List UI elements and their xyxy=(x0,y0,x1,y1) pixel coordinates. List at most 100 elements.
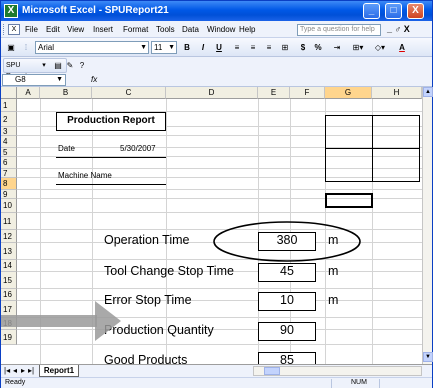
minimize-button[interactable]: _ xyxy=(363,3,380,19)
row-header-9[interactable]: 9 xyxy=(1,190,17,199)
formatting-toolbar: ▣ ⁞ Arial ▼ 11 ▼ B I U ≡ ≡ ≡ ⊞ $ % ⇥ ⊞▾ … xyxy=(1,38,432,57)
active-cell-g8[interactable] xyxy=(325,193,373,208)
prev-sheet-icon[interactable]: ◂ xyxy=(13,366,17,375)
excel-app-icon[interactable]: X xyxy=(4,4,18,18)
maximize-button[interactable]: □ xyxy=(385,3,402,19)
row-header-16[interactable]: 16 xyxy=(1,289,17,301)
status-divider xyxy=(331,379,332,388)
column-header-b[interactable]: B xyxy=(40,87,92,99)
summary-box-divider xyxy=(372,115,373,182)
row-header-7[interactable]: 7 xyxy=(1,169,17,178)
align-right-icon[interactable]: ≡ xyxy=(263,41,275,54)
horizontal-scroll-thumb[interactable] xyxy=(264,367,280,375)
spu-reports-menu[interactable]: SPU Reports xyxy=(6,60,38,80)
row-header-5[interactable]: 5 xyxy=(1,148,17,157)
currency-button[interactable]: $ xyxy=(297,41,309,54)
report-edit-icon[interactable]: ✎ xyxy=(65,60,75,71)
column-header-e[interactable]: E xyxy=(258,87,290,99)
status-num-lock: NUM xyxy=(351,379,367,386)
column-header-f[interactable]: F xyxy=(290,87,325,99)
first-sheet-icon[interactable]: |◂ xyxy=(4,366,10,375)
align-left-icon[interactable]: ≡ xyxy=(231,41,243,54)
row-header-4[interactable]: 4 xyxy=(1,136,17,148)
menu-edit[interactable]: Edit xyxy=(46,25,60,34)
report-icon[interactable]: ▤ xyxy=(53,60,63,71)
close-button[interactable]: X xyxy=(407,3,424,19)
vertical-scrollbar[interactable]: ▲ ▼ xyxy=(422,87,433,364)
row-header-1[interactable]: 1 xyxy=(1,99,17,112)
font-size-select[interactable]: 11 ▼ xyxy=(151,41,177,54)
menu-file[interactable]: File xyxy=(25,25,38,34)
column-header-c[interactable]: C xyxy=(92,87,166,99)
select-all-corner[interactable] xyxy=(1,87,17,99)
fill-color-icon[interactable]: ◇▾ xyxy=(371,41,389,54)
sheet-tab-bar: |◂ ◂ ▸ ▸| Report1 xyxy=(1,364,432,377)
tool-change-stop-unit: m xyxy=(328,264,339,278)
row-header-15[interactable]: 15 xyxy=(1,272,17,289)
font-name-select[interactable]: Arial ▼ xyxy=(35,41,149,54)
toolbar-grip-icon: ⁞ xyxy=(24,43,28,52)
underline-button[interactable]: U xyxy=(213,41,225,54)
menu-help[interactable]: Help xyxy=(239,25,255,34)
last-sheet-icon[interactable]: ▸| xyxy=(28,366,34,375)
grid-line xyxy=(17,189,422,190)
font-size-value: 11 xyxy=(154,43,163,52)
align-center-icon[interactable]: ≡ xyxy=(247,41,259,54)
grid-line xyxy=(17,288,422,289)
font-color-button[interactable]: A xyxy=(393,41,411,54)
date-value: 5/30/2007 xyxy=(120,144,156,153)
row-header-13[interactable]: 13 xyxy=(1,243,17,260)
bold-button[interactable]: B xyxy=(181,41,193,54)
error-stop-value: 10 xyxy=(258,292,316,311)
tool-change-stop-value: 45 xyxy=(258,263,316,282)
row-header-10[interactable]: 10 xyxy=(1,199,17,213)
sheet-tab-report1[interactable]: Report1 xyxy=(39,365,79,377)
scroll-down-icon[interactable]: ▼ xyxy=(423,352,433,362)
row-header-3[interactable]: 3 xyxy=(1,127,17,136)
row-header-12[interactable]: 12 xyxy=(1,230,17,243)
menu-view[interactable]: View xyxy=(67,25,84,34)
menu-window[interactable]: Window xyxy=(207,25,235,34)
formula-bar: G8 ▼ fx xyxy=(1,74,432,87)
row-header-11[interactable]: 11 xyxy=(1,213,17,230)
row-header-6[interactable]: 6 xyxy=(1,157,17,169)
percent-button[interactable]: % xyxy=(312,41,324,54)
menu-tools[interactable]: Tools xyxy=(156,25,175,34)
title-bar: X Microsoft Excel - SPUReport21 _ □ X xyxy=(1,1,432,21)
help-icon[interactable]: ? xyxy=(77,60,87,71)
status-divider xyxy=(379,379,380,388)
ask-question-input[interactable]: Type a question for help xyxy=(297,24,381,36)
column-header-g[interactable]: G xyxy=(325,87,372,99)
scroll-up-icon[interactable]: ▲ xyxy=(423,87,433,97)
good-products-label: Good Products xyxy=(104,353,188,364)
toolbar-grip-icon[interactable] xyxy=(3,24,6,35)
save-icon[interactable]: ▣ xyxy=(5,41,17,54)
horizontal-scrollbar[interactable] xyxy=(253,366,422,376)
workbook-icon[interactable]: X xyxy=(8,24,20,35)
doc-window-controls[interactable]: _ ♂ X xyxy=(387,24,410,34)
merge-center-icon[interactable]: ⊞ xyxy=(279,41,291,54)
good-products-value: 85 xyxy=(258,352,316,364)
column-header-h[interactable]: H xyxy=(372,87,422,99)
menu-format[interactable]: Format xyxy=(123,25,148,34)
row-header-14[interactable]: 14 xyxy=(1,260,17,272)
spu-toolbar: SPU Reports ▾ ▤ ✎ ? xyxy=(1,57,432,80)
column-header-d[interactable]: D xyxy=(166,87,258,99)
column-header-a[interactable]: A xyxy=(17,87,40,99)
fx-icon[interactable]: fx xyxy=(91,75,97,84)
grid-line xyxy=(17,344,422,345)
chevron-down-icon: ▼ xyxy=(140,44,147,51)
machine-underline xyxy=(56,184,166,185)
row-header-2[interactable]: 2 xyxy=(1,112,17,127)
menu-insert[interactable]: Insert xyxy=(93,25,113,34)
row-header-8[interactable]: 8 xyxy=(1,178,17,190)
menu-data[interactable]: Data xyxy=(182,25,199,34)
indent-icon[interactable]: ⇥ xyxy=(331,41,343,54)
report-title: Production Report xyxy=(56,112,166,131)
italic-button[interactable]: I xyxy=(197,41,209,54)
error-stop-unit: m xyxy=(328,293,339,307)
highlight-ellipse xyxy=(213,221,361,262)
name-box[interactable]: G8 ▼ xyxy=(2,74,66,86)
borders-icon[interactable]: ⊞▾ xyxy=(349,41,367,54)
next-sheet-icon[interactable]: ▸ xyxy=(21,366,25,375)
